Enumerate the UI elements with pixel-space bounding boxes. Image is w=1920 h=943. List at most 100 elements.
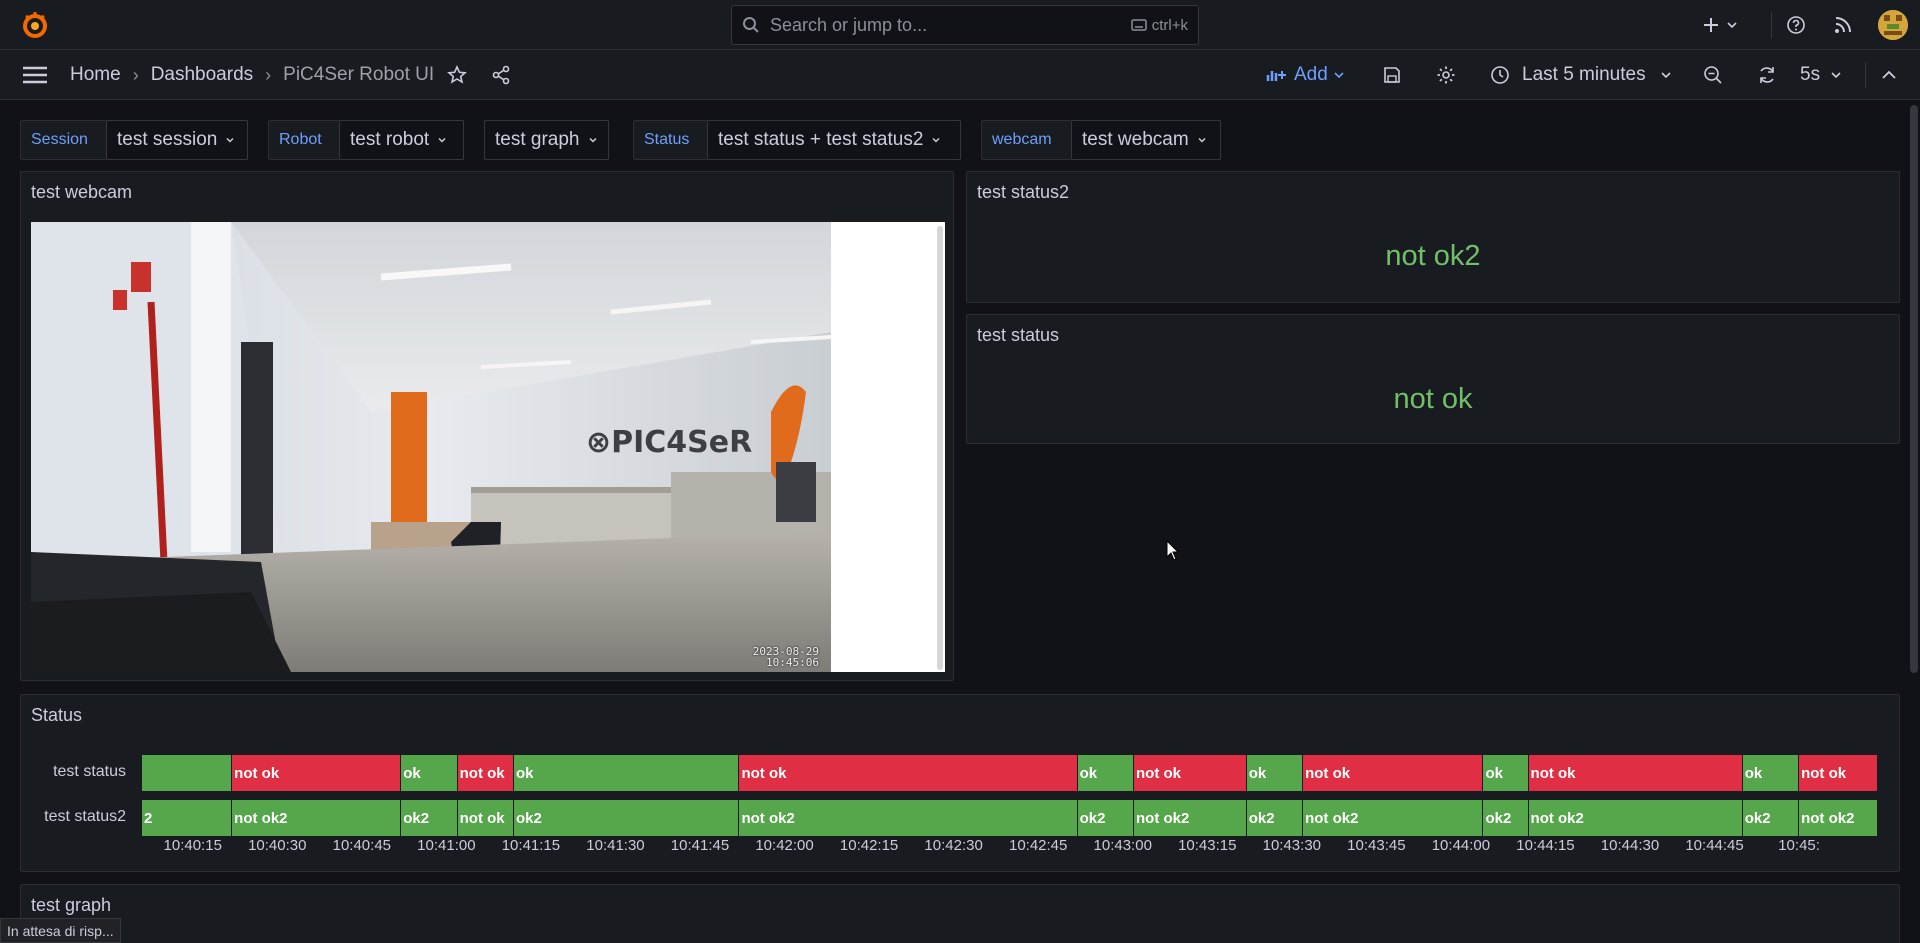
variable-select-status[interactable]: test status + test status2 [707, 120, 961, 160]
timeline-segment[interactable]: ok [1483, 755, 1528, 791]
timeline-segment[interactable]: ok [514, 755, 739, 791]
refresh-interval-label: 5s [1800, 64, 1821, 85]
variable-select-webcam[interactable]: test webcam [1071, 120, 1221, 160]
variable-select-robot[interactable]: test robot [339, 120, 464, 160]
top-bar: Search or jump to... ctrl+k [0, 0, 1920, 50]
webcam-scene-icon: ⊗PIC4SeR [31, 222, 831, 672]
timeline-segment[interactable]: not ok [1528, 755, 1742, 791]
timeline-segment[interactable] [142, 755, 232, 791]
search-icon [743, 17, 759, 33]
settings-button[interactable] [1436, 50, 1456, 100]
panel-title[interactable]: test status [977, 325, 1059, 346]
timeline-segment[interactable]: ok [1077, 755, 1133, 791]
variable-select-session[interactable]: test session [106, 120, 248, 160]
timeline-segment[interactable]: ok2 [1246, 800, 1303, 836]
timeline-segment[interactable]: not ok [457, 800, 513, 836]
divider [1865, 62, 1866, 88]
x-tick-label: 10:44:45 [1685, 837, 1744, 854]
graph-panel: test graph [20, 884, 1900, 943]
collapse-button[interactable] [1881, 50, 1897, 100]
keyboard-icon [1130, 19, 1147, 31]
timeline-segment[interactable]: not ok [1134, 755, 1246, 791]
time-range-picker[interactable]: Last 5 minutes [1490, 62, 1672, 88]
series-label: test status [53, 763, 126, 780]
webcam-panel: test webcam ⊗PIC4SeR 2023-08-29 10:45:06 [20, 171, 954, 681]
timeline-segment[interactable]: ok [1246, 755, 1303, 791]
x-tick-label: 10:41:45 [670, 837, 730, 854]
help-button[interactable] [1786, 0, 1806, 50]
variable-value: test robot [350, 129, 430, 150]
stat-value: not ok [1393, 383, 1473, 415]
gear-icon [1437, 66, 1455, 84]
star-button[interactable] [447, 50, 467, 100]
refresh-button[interactable] [1757, 50, 1777, 100]
timeline-segment[interactable]: 2 [142, 800, 232, 836]
panel-title[interactable]: test webcam [31, 182, 132, 203]
chevron-down-icon [1334, 72, 1344, 79]
panel-title[interactable]: Status [31, 705, 82, 726]
refresh-icon [1760, 67, 1774, 83]
save-button[interactable] [1383, 50, 1401, 100]
timeline-segment[interactable]: ok2 [401, 800, 457, 836]
timeline-segment[interactable]: ok [1742, 755, 1799, 791]
news-button[interactable] [1834, 0, 1852, 50]
avatar[interactable] [1878, 10, 1908, 40]
time-range-label: Last 5 minutes [1522, 64, 1646, 85]
clock-icon [1491, 66, 1509, 84]
variable-select-graph[interactable]: test graph [484, 120, 609, 160]
variable-label-status: Status [633, 120, 707, 160]
breadcrumb-dashboards[interactable]: Dashboards [151, 64, 253, 86]
timeline-segment[interactable]: not ok [1799, 755, 1877, 791]
zoom-out-icon [1704, 66, 1722, 84]
mouse-cursor-icon [1166, 540, 1180, 561]
breadcrumb-separator: › [265, 64, 272, 85]
x-tick-label: 10:44:15 [1516, 837, 1575, 854]
x-tick-label: 10:43:00 [1093, 837, 1152, 854]
timeline-segment[interactable]: not ok2 [1303, 800, 1483, 836]
menu-icon[interactable] [22, 65, 48, 85]
stat-value: not ok2 [1385, 240, 1481, 272]
timeline-segment[interactable]: ok2 [1483, 800, 1528, 836]
search-input[interactable]: Search or jump to... ctrl+k [731, 5, 1199, 45]
timeline-segment[interactable]: not ok [457, 755, 513, 791]
x-tick-label: 10:42:15 [839, 837, 899, 854]
variable-value: test status + test status2 [718, 129, 924, 150]
new-menu[interactable] [1702, 0, 1738, 50]
timeline-segment[interactable]: ok2 [1742, 800, 1799, 836]
timeline-segment[interactable]: not ok2 [1134, 800, 1246, 836]
timeline-segment[interactable]: ok [401, 755, 457, 791]
variable-value: test session [117, 129, 218, 150]
x-tick-label: 10:43:15 [1178, 837, 1237, 854]
timeline-segment[interactable]: not ok2 [1799, 800, 1877, 836]
variable-value: test webcam [1082, 129, 1189, 150]
timeline-segment[interactable]: ok2 [514, 800, 739, 836]
timeline-segment[interactable]: not ok [739, 755, 1077, 791]
timeline-segment[interactable]: not ok2 [739, 800, 1077, 836]
timeline-segment[interactable]: not ok [232, 755, 401, 791]
x-tick-label: 10:42:45 [1008, 837, 1068, 854]
page-scrollbar[interactable] [1910, 105, 1918, 673]
iframe-scrollbar[interactable] [937, 226, 943, 670]
page-title: PiC4Ser Robot UI [283, 64, 435, 85]
divider [1771, 12, 1772, 38]
rss-icon [1835, 17, 1851, 33]
timeline-segment[interactable]: not ok2 [232, 800, 401, 836]
timeline-segment[interactable]: ok2 [1077, 800, 1133, 836]
timeline-segment[interactable]: not ok [1303, 755, 1483, 791]
add-button[interactable]: Add [1266, 62, 1345, 88]
chevron-down-icon [588, 137, 597, 143]
panel-title[interactable]: test graph [31, 895, 111, 916]
save-icon [1384, 67, 1400, 83]
breadcrumb-home[interactable]: Home [70, 64, 121, 86]
zoom-out-button[interactable] [1703, 50, 1723, 100]
share-button[interactable] [491, 50, 511, 100]
refresh-interval-picker[interactable]: 5s [1800, 50, 1842, 100]
status2-stat-panel: test status2 not ok2 [966, 171, 1900, 303]
timeline-segment[interactable]: not ok2 [1528, 800, 1742, 836]
grafana-logo-icon[interactable] [20, 10, 50, 40]
chevron-down-icon [1727, 22, 1737, 29]
x-tick-label: 10:42:00 [755, 837, 814, 854]
nav-bar: Home › Dashboards › PiC4Ser Robot UI Add… [0, 50, 1920, 100]
panel-title[interactable]: test status2 [977, 182, 1069, 203]
chevron-down-icon [226, 137, 234, 143]
